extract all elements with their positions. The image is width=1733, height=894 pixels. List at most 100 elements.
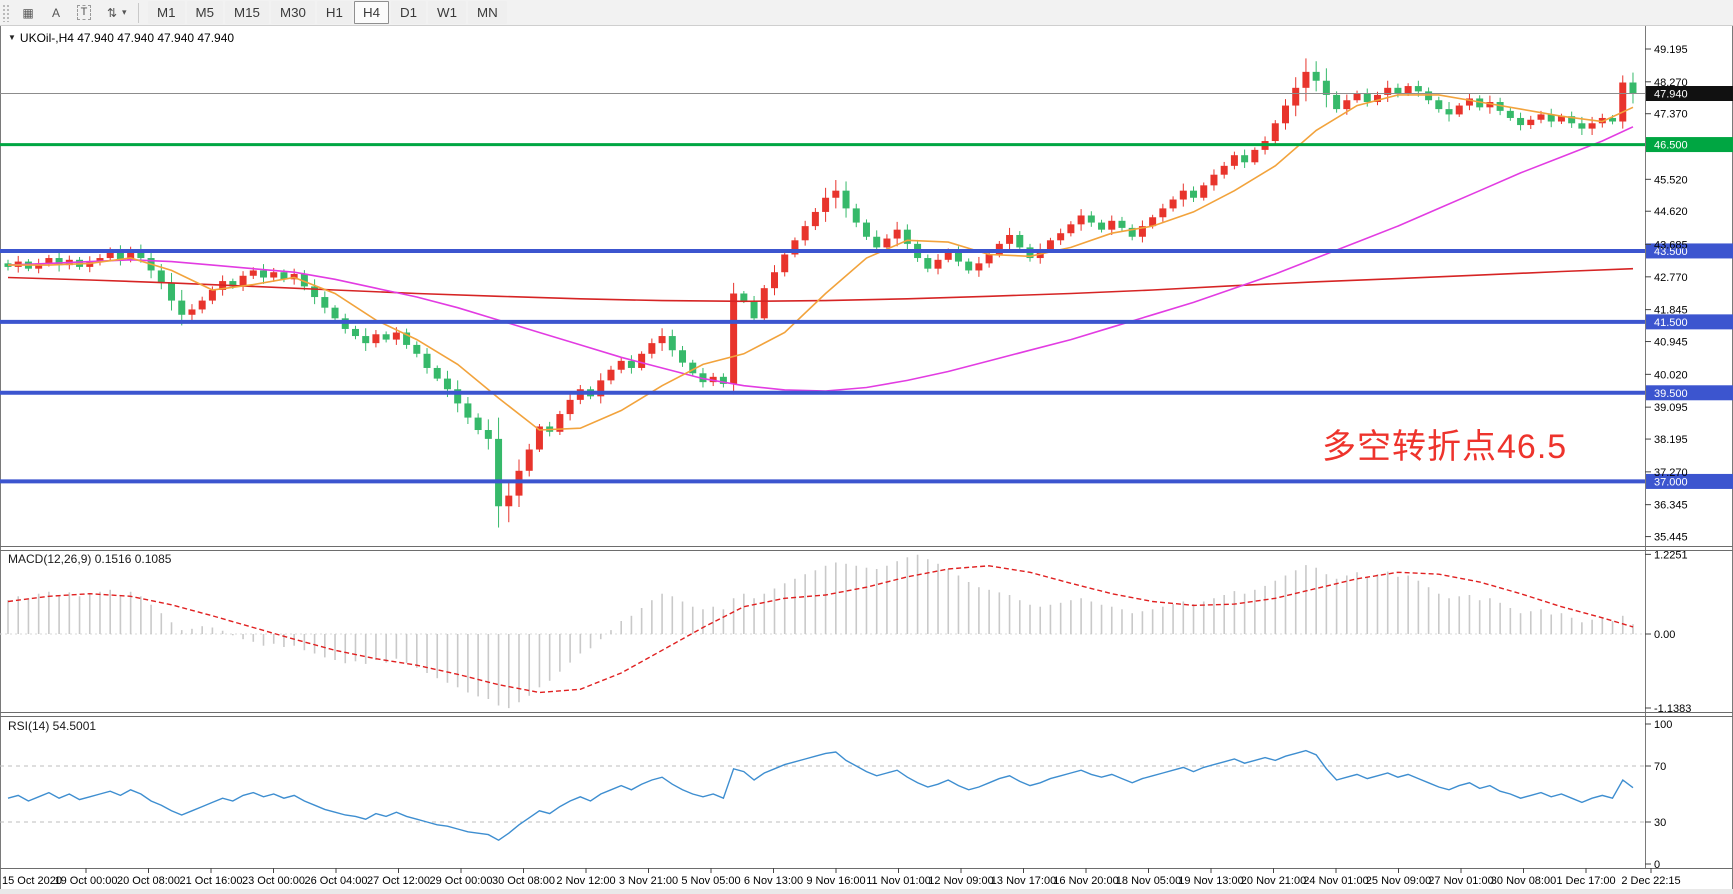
candlestick — [812, 212, 819, 226]
macd-indicator-label: MACD(12,26,9) 0.1516 0.1085 — [8, 552, 171, 566]
timeframe-h1-button[interactable]: H1 — [317, 1, 352, 24]
candlestick — [781, 254, 788, 272]
candlestick — [495, 439, 502, 506]
text-label-icon[interactable]: T — [73, 3, 95, 23]
symbol-quote-text: UKOil-,H4 47.940 47.940 47.940 47.940 — [20, 31, 234, 45]
candlestick — [1210, 175, 1217, 186]
candlestick — [1241, 155, 1248, 162]
timeframe-mn-button[interactable]: MN — [468, 1, 507, 24]
candlestick — [199, 301, 206, 310]
candlestick — [832, 191, 839, 198]
candlestick — [863, 223, 870, 237]
grid-dots-icon[interactable]: ▦ — [17, 3, 39, 23]
price-axis-label: 44.620 — [1654, 206, 1688, 218]
letter-a-icon[interactable]: A — [45, 3, 67, 23]
candlestick — [444, 379, 451, 390]
time-axis-label: 27 Oct 12:00 — [367, 875, 430, 887]
time-axis-label: 21 Oct 16:00 — [180, 875, 243, 887]
time-axis-label: 20 Nov 21:00 — [1241, 875, 1306, 887]
price-axis-label: 45.520 — [1654, 174, 1688, 186]
candlestick — [1078, 215, 1085, 224]
candlestick — [1272, 123, 1279, 141]
candlestick — [1578, 123, 1585, 128]
candlestick — [1343, 100, 1350, 109]
candlestick — [505, 496, 512, 507]
timeframe-m15-button[interactable]: M15 — [225, 1, 269, 24]
candlestick — [1098, 223, 1105, 230]
candlestick — [1159, 208, 1166, 217]
time-axis-label: 16 Nov 20:00 — [1053, 875, 1118, 887]
timeframe-m1-button[interactable]: M1 — [148, 1, 185, 24]
candlestick — [1251, 150, 1258, 162]
macd-axis-label: -1.1383 — [1654, 703, 1691, 715]
candlestick — [1047, 240, 1054, 249]
candlestick — [1108, 221, 1115, 230]
timeframe-d1-button[interactable]: D1 — [391, 1, 426, 24]
candlestick — [607, 370, 614, 381]
time-axis-label: 25 Nov 09:00 — [1366, 875, 1431, 887]
candlestick — [1180, 191, 1187, 200]
candlestick — [178, 301, 185, 315]
timeframe-w1-button[interactable]: W1 — [428, 1, 466, 24]
candlestick — [975, 263, 982, 270]
price-axis-label: 43.685 — [1654, 239, 1688, 251]
price-axis-label: 37.270 — [1654, 467, 1688, 479]
price-axis-label: 47.370 — [1654, 109, 1688, 121]
candlestick — [1282, 106, 1289, 124]
candlestick — [761, 288, 768, 318]
time-axis-label: 9 Nov 16:00 — [806, 875, 865, 887]
candlestick — [1333, 95, 1340, 109]
timeframe-m5-button[interactable]: M5 — [187, 1, 224, 24]
candlestick — [1088, 215, 1095, 222]
swap-arrows-icon[interactable]: ⇅ — [101, 3, 123, 23]
candlestick — [638, 354, 645, 368]
candlestick — [383, 334, 390, 339]
price-badge-label: 46.500 — [1654, 140, 1688, 152]
candlestick — [659, 336, 666, 343]
candlestick — [1200, 185, 1207, 197]
candlestick — [270, 272, 277, 277]
candlestick — [1006, 235, 1013, 244]
timeframe-h4-button[interactable]: H4 — [354, 1, 389, 24]
candlestick — [1221, 166, 1228, 175]
candlestick — [209, 290, 216, 301]
price-badge-label: 39.500 — [1654, 388, 1688, 400]
candlestick — [485, 430, 492, 439]
candlestick — [730, 293, 737, 383]
candlestick — [475, 418, 482, 430]
candlestick — [260, 270, 267, 277]
terminal-window: 47.94046.50043.50041.50039.50037.00049.1… — [0, 0, 1733, 894]
symbol-dropdown-icon[interactable]: ▼ — [8, 33, 16, 42]
timeframe-m30-button[interactable]: M30 — [271, 1, 315, 24]
candlestick — [567, 400, 574, 414]
candlestick — [250, 270, 257, 275]
rsi-axis-label: 100 — [1654, 719, 1672, 731]
candlestick — [802, 226, 809, 240]
candlestick — [1507, 111, 1514, 118]
candlestick — [1190, 191, 1197, 198]
candlestick — [352, 329, 359, 336]
candlestick — [1456, 106, 1463, 115]
candlestick — [1435, 100, 1442, 109]
chart-text-annotation[interactable]: 多空转折点46.5 — [1322, 419, 1567, 468]
candlestick — [1313, 72, 1320, 81]
candlestick — [1292, 88, 1299, 106]
candlestick — [679, 350, 686, 362]
candlestick — [740, 293, 747, 300]
toolbar: ▦ A T ⇅ ▾ M1 M5 M15 M30 H1 H4 D1 W1 MN — [0, 0, 1733, 26]
price-badge-label: 41.500 — [1654, 317, 1688, 329]
candlestick — [1231, 155, 1238, 166]
chart-title: ▼ UKOil-,H4 47.940 47.940 47.940 47.940 — [8, 31, 234, 45]
toolbar-grip[interactable] — [2, 4, 10, 22]
rsi-axis-label: 70 — [1654, 761, 1666, 773]
text-label-glyph: T — [77, 5, 92, 20]
price-axis-label: 38.195 — [1654, 434, 1688, 446]
time-axis-label: 13 Nov 17:00 — [991, 875, 1056, 887]
candlestick — [822, 198, 829, 212]
price-badge-label: 47.940 — [1654, 89, 1688, 101]
candlestick — [424, 354, 431, 368]
dropdown-caret-icon[interactable]: ▾ — [122, 7, 132, 18]
price-axis-label: 40.020 — [1654, 369, 1688, 381]
toolbar-separator — [138, 3, 139, 23]
candlestick — [843, 191, 850, 209]
